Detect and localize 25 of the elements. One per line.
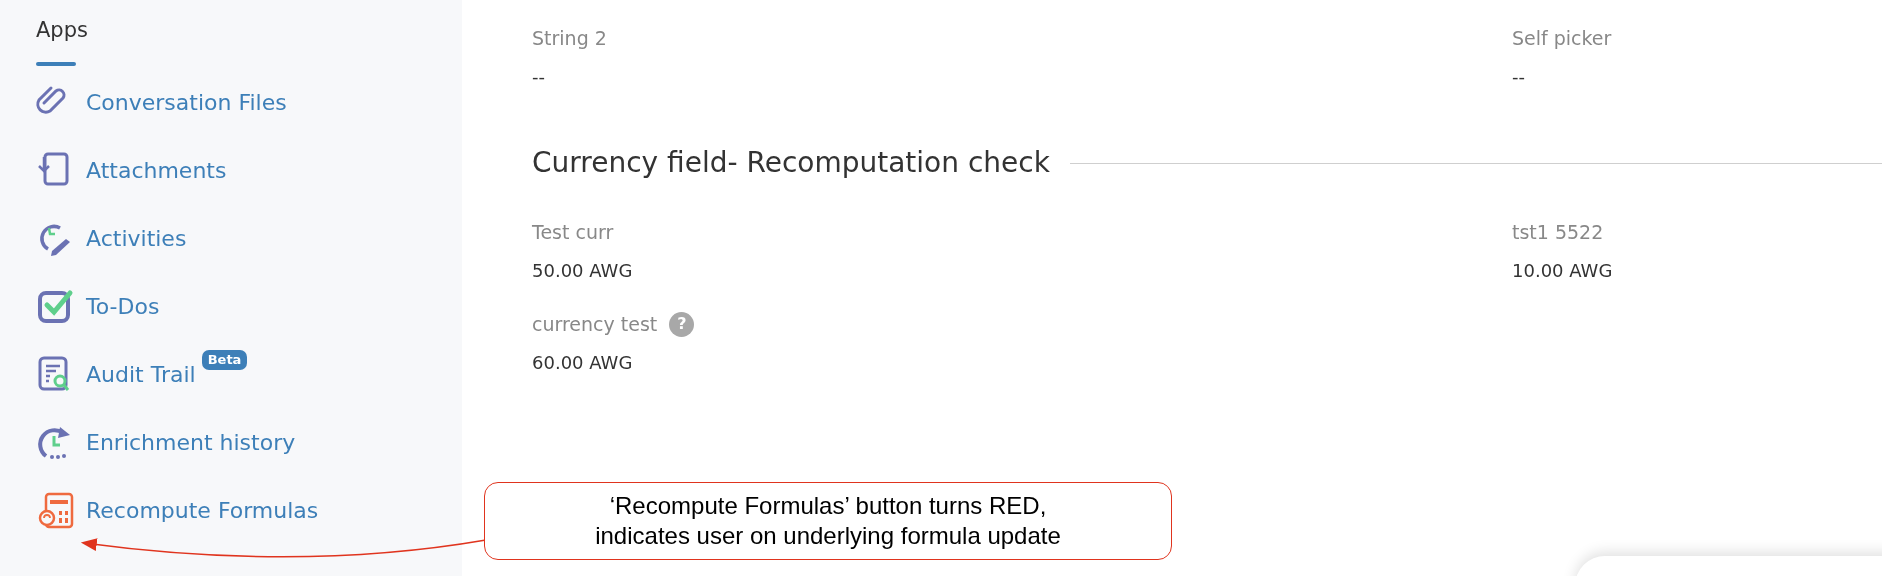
sidebar-link[interactable]: Recompute Formulas <box>86 493 319 527</box>
field-value: -- <box>1512 65 1525 89</box>
field-label: Test curr <box>532 220 614 245</box>
sidebar-link[interactable]: Activities <box>86 221 187 255</box>
beta-badge: Beta <box>201 350 248 370</box>
sidebar-link[interactable]: Enrichment history <box>86 425 296 459</box>
field-value: 60.00 AWG <box>532 351 633 375</box>
field-label: Self picker <box>1512 26 1612 51</box>
field-value: 50.00 AWG <box>532 259 633 283</box>
sidebar-link[interactable]: Audit Trail <box>86 357 196 391</box>
sidebar-link[interactable]: Conversation Files <box>86 85 287 119</box>
tab-underline <box>36 62 76 66</box>
field-label: tst1 5522 <box>1512 220 1604 245</box>
field-value: 10.00 AWG <box>1512 259 1613 283</box>
checkbox-icon <box>36 287 74 325</box>
calculator-icon <box>36 491 74 529</box>
field-label: String 2 <box>532 26 607 51</box>
field-label: currency test <box>532 312 658 337</box>
field-value: -- <box>532 65 545 89</box>
help-icon[interactable]: ? <box>669 311 695 337</box>
annotation-callout: ‘Recompute Formulas’ button turns RED, indicates user on underlying formula update <box>484 482 1172 560</box>
apps-heading: Apps <box>36 17 89 44</box>
section-title: Currency field- Recomputation check <box>532 145 1050 181</box>
sidebar-link[interactable]: Attachments <box>86 153 227 187</box>
sidebar-link[interactable]: To-Dos <box>86 289 160 323</box>
